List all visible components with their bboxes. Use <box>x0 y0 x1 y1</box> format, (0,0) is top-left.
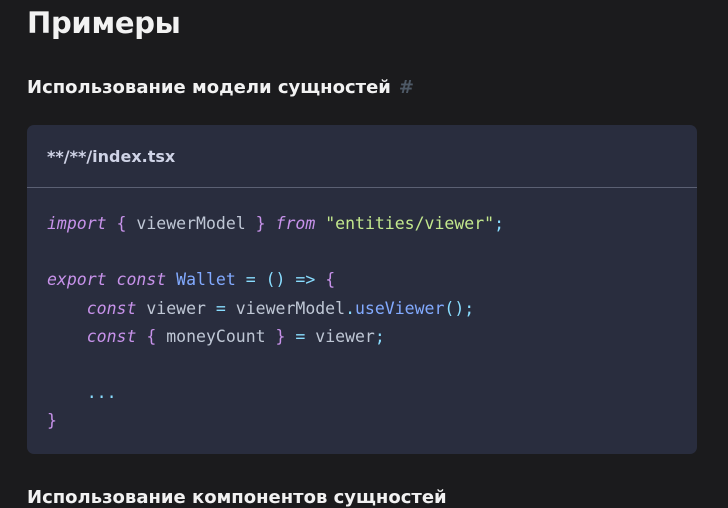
page-title: Примеры <box>27 6 181 40</box>
token-brace: { <box>116 214 127 233</box>
token-brace: } <box>47 411 57 431</box>
code-line-5: const { moneyCount } = viewer; <box>47 327 385 346</box>
code-line-4: const viewer = viewerModel.useViewer(); <box>47 299 474 318</box>
heading-anchor-link[interactable]: # <box>399 77 414 98</box>
token-equals: = <box>245 270 256 290</box>
token-from: from <box>275 214 316 233</box>
token-identifier: viewer <box>315 326 375 346</box>
code-block-filename: **/**/index.tsx <box>27 125 697 188</box>
token-identifier: viewerModel <box>136 214 246 233</box>
section-heading-text: Использование компонентов сущностей <box>27 487 447 508</box>
token-semicolon: ; <box>374 326 385 346</box>
code-line-3: export const Wallet = () => { <box>47 270 335 289</box>
token-function-name: Wallet <box>176 270 236 290</box>
section-heading-entity-model: Использование модели сущностей # <box>27 77 414 98</box>
code-line-1: import { viewerModel } from "entities/vi… <box>47 214 504 233</box>
token-call: (); <box>444 298 475 318</box>
token-identifier: viewer <box>146 298 206 318</box>
token-equals: = <box>295 326 306 346</box>
token-string: "entities/viewer" <box>325 214 495 233</box>
token-dot: . <box>345 298 355 318</box>
token-export: export <box>47 270 107 290</box>
code-line-7: ... <box>47 383 117 402</box>
token-equals: = <box>215 298 226 318</box>
token-import: import <box>47 214 107 233</box>
token-parens: () <box>265 270 286 290</box>
token-identifier: viewerModel <box>235 298 346 318</box>
token-arrow: => <box>295 270 316 290</box>
token-const: const <box>86 298 137 318</box>
token-const: const <box>116 270 167 290</box>
token-method: useViewer <box>355 298 445 318</box>
token-semicolon: ; <box>494 214 505 233</box>
code-content[interactable]: import { viewerModel } from "entities/vi… <box>27 188 697 436</box>
code-block: **/**/index.tsx import { viewerModel } f… <box>27 125 697 454</box>
token-brace: } <box>275 326 286 346</box>
code-line-8: } <box>47 411 57 430</box>
token-ellipsis: ... <box>86 383 117 403</box>
section-heading-entity-components: Использование компонентов сущностей <box>27 487 447 508</box>
token-brace: { <box>325 270 336 290</box>
token-brace: } <box>255 214 266 233</box>
section-heading-text: Использование модели сущностей <box>27 77 391 98</box>
token-identifier: moneyCount <box>166 326 266 346</box>
token-brace: { <box>146 326 157 346</box>
token-const: const <box>86 326 137 346</box>
